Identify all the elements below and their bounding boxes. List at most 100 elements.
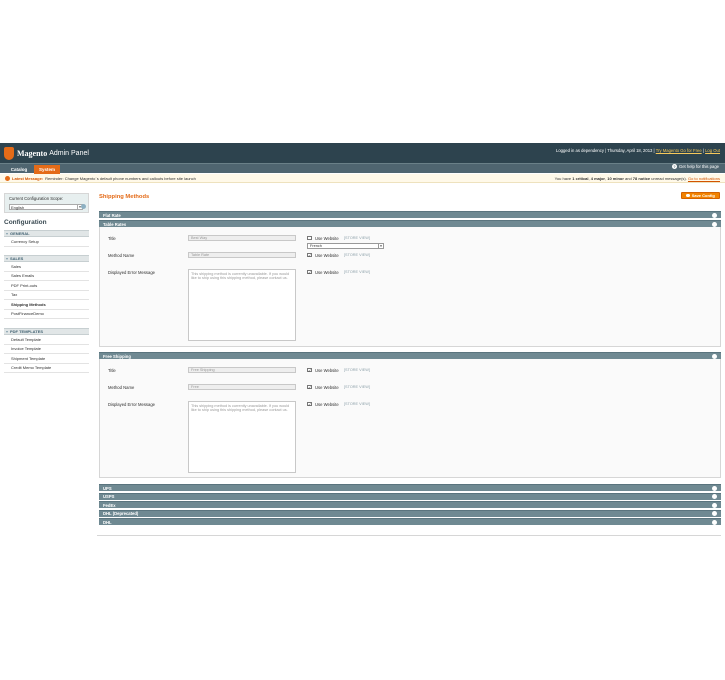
table-rates-title-input[interactable]: Best Way xyxy=(188,235,296,241)
expand-icon xyxy=(712,519,717,525)
use-website-checkbox[interactable]: ✓ xyxy=(307,269,312,274)
sidebar-group-header[interactable]: GENERAL xyxy=(4,230,89,237)
try-magento-go-link[interactable]: Try Magento Go for Free xyxy=(656,148,702,153)
system-message-bar: Latest Message: Reminder: Change Magento… xyxy=(0,174,725,183)
sidebar-item-tax[interactable]: Tax xyxy=(4,290,89,300)
summary-suffix: unread message(s). xyxy=(651,175,687,181)
message-summary: You have 1 critical, 4 major, 10 minor a… xyxy=(554,175,720,181)
scope-help-icon[interactable] xyxy=(81,204,86,209)
use-website-checkbox[interactable]: ✓ xyxy=(307,401,312,406)
notice-count: 78 notice xyxy=(632,175,651,181)
save-label: Save Config xyxy=(691,193,715,198)
section-fedex[interactable]: FedEx xyxy=(99,501,721,508)
use-website-checkbox[interactable] xyxy=(307,235,312,240)
brand-name: Magento xyxy=(17,148,48,158)
scope-select[interactable]: English ▾ xyxy=(9,204,83,210)
magento-logo-icon xyxy=(4,146,14,160)
table-rates-fieldset: Title Best Way Use Website [STORE VIEW] … xyxy=(99,227,721,347)
use-website-label: Use Website xyxy=(315,385,339,390)
logout-link[interactable]: Log Out xyxy=(705,148,720,153)
warning-icon xyxy=(5,175,10,181)
use-website-label: Use Website xyxy=(315,402,339,407)
footer-divider xyxy=(97,535,721,536)
use-website-checkbox[interactable]: ✓ xyxy=(307,384,312,389)
sidebar-item-credit-memo-template[interactable]: Credit Memo Template xyxy=(4,363,89,373)
group-label: PDF TEMPLATES xyxy=(10,329,44,334)
store-view-scope: [STORE VIEW] xyxy=(344,402,370,406)
table-rates-error-textarea[interactable]: This shipping method is currently unavai… xyxy=(188,269,296,341)
sidebar-group-header[interactable]: PDF TEMPLATES xyxy=(4,328,89,335)
store-view-scope: [STORE VIEW] xyxy=(344,368,370,372)
store-view-scope: [STORE VIEW] xyxy=(344,236,370,240)
table-rates-method-input[interactable]: Table Rate xyxy=(188,252,296,258)
language-value: French xyxy=(310,244,322,248)
save-config-button[interactable]: Save Config xyxy=(681,192,720,199)
save-icon xyxy=(686,193,690,198)
use-website-checkbox[interactable]: ✓ xyxy=(307,367,312,372)
expand-icon xyxy=(712,502,717,508)
store-view-scope: [STORE VIEW] xyxy=(344,385,370,389)
free-shipping-error-textarea[interactable]: This shipping method is currently unavai… xyxy=(188,401,296,473)
collapse-triangle-icon xyxy=(5,232,8,235)
go-to-notifications-link[interactable]: Go to notifications xyxy=(688,176,720,181)
sidebar-item-postfinancedemo[interactable]: PostFinanceDemo xyxy=(4,309,89,319)
section-label: USPS xyxy=(103,494,115,499)
use-website-label: Use Website xyxy=(315,253,339,258)
nav-tab-catalog[interactable]: Catalog xyxy=(6,165,32,174)
section-table-rates[interactable]: Table Rates xyxy=(99,220,721,227)
expand-icon xyxy=(712,485,717,491)
store-view-scope: [STORE VIEW] xyxy=(344,270,370,274)
use-website-label: Use Website xyxy=(315,368,339,373)
field-label: Displayed Error Message xyxy=(108,270,156,275)
sidebar-item-shipment-template[interactable]: Shipment Template xyxy=(4,354,89,364)
latest-message-label: Latest Message: xyxy=(12,175,44,181)
collapse-triangle-icon xyxy=(5,257,8,260)
help-link[interactable]: ? Get help for this page xyxy=(671,164,719,169)
section-label: DHL xyxy=(103,519,112,525)
nav-tab-system[interactable]: System xyxy=(34,165,60,174)
section-label: Free Shipping xyxy=(103,353,131,359)
logged-in-text: Logged in as dependency xyxy=(555,148,604,153)
config-sidebar: Current Configuration Scope: English ▾ C… xyxy=(4,193,89,528)
sidebar-item-shipping-methods[interactable]: Shipping Methods xyxy=(4,300,89,310)
sidebar-group-pdf-templates: PDF TEMPLATES Default Template Invoice T… xyxy=(4,328,89,373)
use-website-label: Use Website xyxy=(315,236,339,241)
sidebar-item-invoice-template[interactable]: Invoice Template xyxy=(4,344,89,354)
sidebar-item-sales[interactable]: Sales xyxy=(4,262,89,272)
sidebar-item-default-template[interactable]: Default Template xyxy=(4,335,89,345)
free-shipping-fieldset: Title Free Shipping ✓ Use Website [STORE… xyxy=(99,359,721,478)
store-view-scope: [STORE VIEW] xyxy=(344,253,370,257)
scope-switcher: Current Configuration Scope: English ▾ xyxy=(4,193,89,213)
sidebar-item-sales-emails[interactable]: Sales Emails xyxy=(4,271,89,281)
help-text: Get help for this page xyxy=(678,164,719,169)
section-label: Table Rates xyxy=(103,221,127,227)
header-bar xyxy=(0,143,725,163)
chevron-down-icon: ▾ xyxy=(378,244,383,249)
section-dhl[interactable]: DHL xyxy=(99,518,721,525)
free-shipping-title-input[interactable]: Free Shipping xyxy=(188,367,296,373)
section-usps[interactable]: USPS xyxy=(99,492,721,500)
critical-count: 1 critical xyxy=(572,175,589,181)
use-website-label: Use Website xyxy=(315,270,339,275)
field-label: Title xyxy=(108,236,116,241)
use-website-checkbox[interactable]: ✓ xyxy=(307,252,312,257)
minor-count: 10 minor xyxy=(607,175,624,181)
sidebar-item-pdf-printouts[interactable]: PDF Print-outs xyxy=(4,281,89,291)
section-ups[interactable]: UPS xyxy=(99,484,721,491)
major-count: 4 major xyxy=(590,175,605,181)
scope-label: Current Configuration Scope: xyxy=(9,196,64,201)
header-date: Thursday, April 18, 2013 xyxy=(607,148,653,153)
sidebar-group-header[interactable]: SALES xyxy=(4,255,89,262)
section-dhl-deprecated[interactable]: DHL (Deprecated) xyxy=(99,509,721,517)
scope-value: English xyxy=(11,205,25,210)
sidebar-group-sales: SALES Sales Sales Emails PDF Print-outs … xyxy=(4,255,89,319)
language-select[interactable]: French ▾ xyxy=(307,243,384,249)
section-label: DHL (Deprecated) xyxy=(103,511,139,516)
collapse-triangle-icon xyxy=(5,330,8,333)
section-free-shipping[interactable]: Free Shipping xyxy=(99,352,721,359)
sidebar-item-currency-setup[interactable]: Currency Setup xyxy=(4,237,89,247)
free-shipping-method-input[interactable]: Free xyxy=(188,384,296,390)
magento-logo[interactable]: Magento Admin Panel xyxy=(4,146,89,160)
group-label: SALES xyxy=(10,256,24,261)
section-flat-rate[interactable]: Flat Rate xyxy=(99,211,721,218)
